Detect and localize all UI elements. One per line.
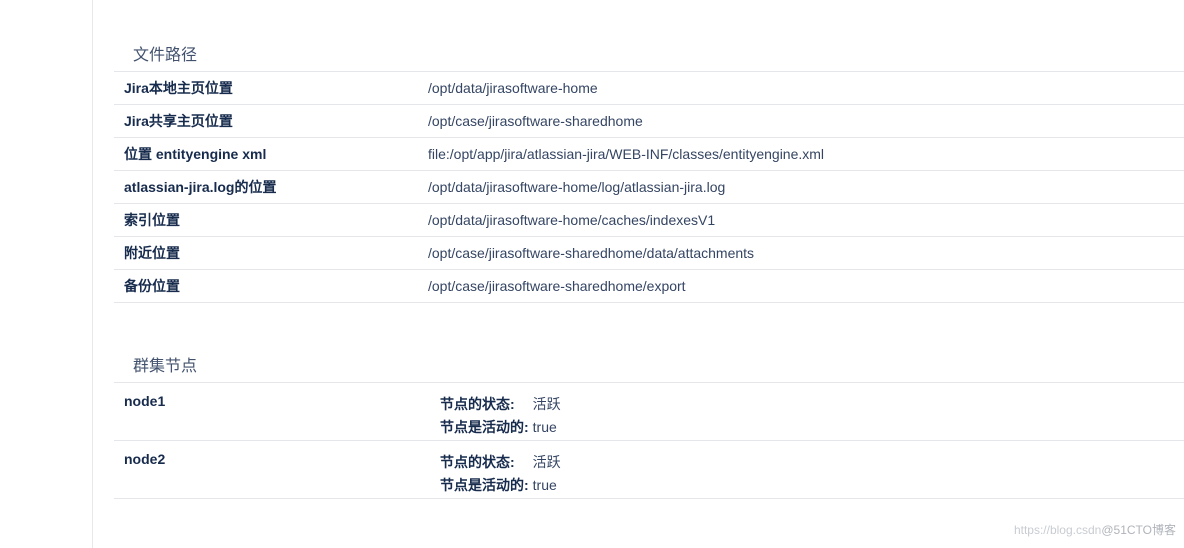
file-paths-section: 文件路径 Jira本地主页位置 /opt/data/jirasoftware-h… (114, 41, 1184, 303)
cluster-nodes-section: 群集节点 node1 节点的状态: 活跃 节点是活动的: true node2 … (114, 352, 1184, 499)
section-title-file-paths: 文件路径 (114, 41, 1184, 72)
page: 文件路径 Jira本地主页位置 /opt/data/jirasoftware-h… (0, 0, 1184, 548)
row-value: /opt/data/jirasoftware-home/caches/index… (428, 212, 716, 228)
left-sidebar-border (92, 0, 93, 548)
row-value: /opt/data/jirasoftware-home (428, 80, 598, 96)
node-active-line: 节点是活动的: true (440, 474, 1184, 497)
table-row: Jira共享主页位置 /opt/case/jirasoftware-shared… (114, 105, 1184, 138)
node-details: 节点的状态: 活跃 节点是活动的: true (440, 441, 1184, 497)
row-key: Jira本地主页位置 (124, 80, 233, 96)
row-key: 位置 entityengine xml (124, 146, 267, 162)
table-row: atlassian-jira.log的位置 /opt/data/jirasoft… (114, 171, 1184, 204)
row-value: /opt/case/jirasoftware-sharedhome/data/a… (428, 245, 755, 261)
watermark-url: https://blog.csdn (1013, 523, 1102, 537)
row-key: Jira共享主页位置 (124, 113, 233, 129)
node-state-value: 活跃 (532, 454, 561, 470)
node-active-label: 节点是活动的: (440, 419, 529, 435)
row-key: 附近位置 (124, 245, 180, 261)
row-key: 索引位置 (124, 212, 180, 228)
node-active-value: true (532, 477, 557, 493)
node-active-value: true (532, 419, 557, 435)
row-value: /opt/case/jirasoftware-sharedhome/export (428, 278, 686, 294)
node-details: 节点的状态: 活跃 节点是活动的: true (440, 383, 1184, 439)
node-state-label: 节点的状态: (440, 396, 515, 412)
node-active-label: 节点是活动的: (440, 477, 529, 493)
table-row: 附近位置 /opt/case/jirasoftware-sharedhome/d… (114, 237, 1184, 270)
node-row: node1 节点的状态: 活跃 节点是活动的: true (114, 383, 1184, 441)
row-value: file:/opt/app/jira/atlassian-jira/WEB-IN… (428, 146, 825, 162)
node-row: node2 节点的状态: 活跃 节点是活动的: true (114, 441, 1184, 499)
node-name: node2 (124, 451, 166, 467)
node-state-line: 节点的状态: 活跃 (440, 393, 1184, 416)
node-active-line: 节点是活动的: true (440, 416, 1184, 439)
node-name: node1 (124, 393, 166, 409)
row-value: /opt/data/jirasoftware-home/log/atlassia… (428, 179, 726, 195)
row-key: 备份位置 (124, 278, 180, 294)
section-title-cluster-nodes: 群集节点 (114, 352, 1184, 383)
table-row: 索引位置 /opt/data/jirasoftware-home/caches/… (114, 204, 1184, 237)
table-row: 备份位置 /opt/case/jirasoftware-sharedhome/e… (114, 270, 1184, 303)
watermark-brand: @51CTO博客 (1101, 523, 1176, 537)
node-state-label: 节点的状态: (440, 454, 515, 470)
node-state-value: 活跃 (532, 396, 561, 412)
row-value: /opt/case/jirasoftware-sharedhome (428, 113, 643, 129)
table-row: Jira本地主页位置 /opt/data/jirasoftware-home (114, 72, 1184, 105)
watermark: https://blog.csdn@51CTO博客 (1014, 521, 1176, 538)
node-state-line: 节点的状态: 活跃 (440, 451, 1184, 474)
table-row: 位置 entityengine xml file:/opt/app/jira/a… (114, 138, 1184, 171)
row-key: atlassian-jira.log的位置 (124, 179, 277, 195)
